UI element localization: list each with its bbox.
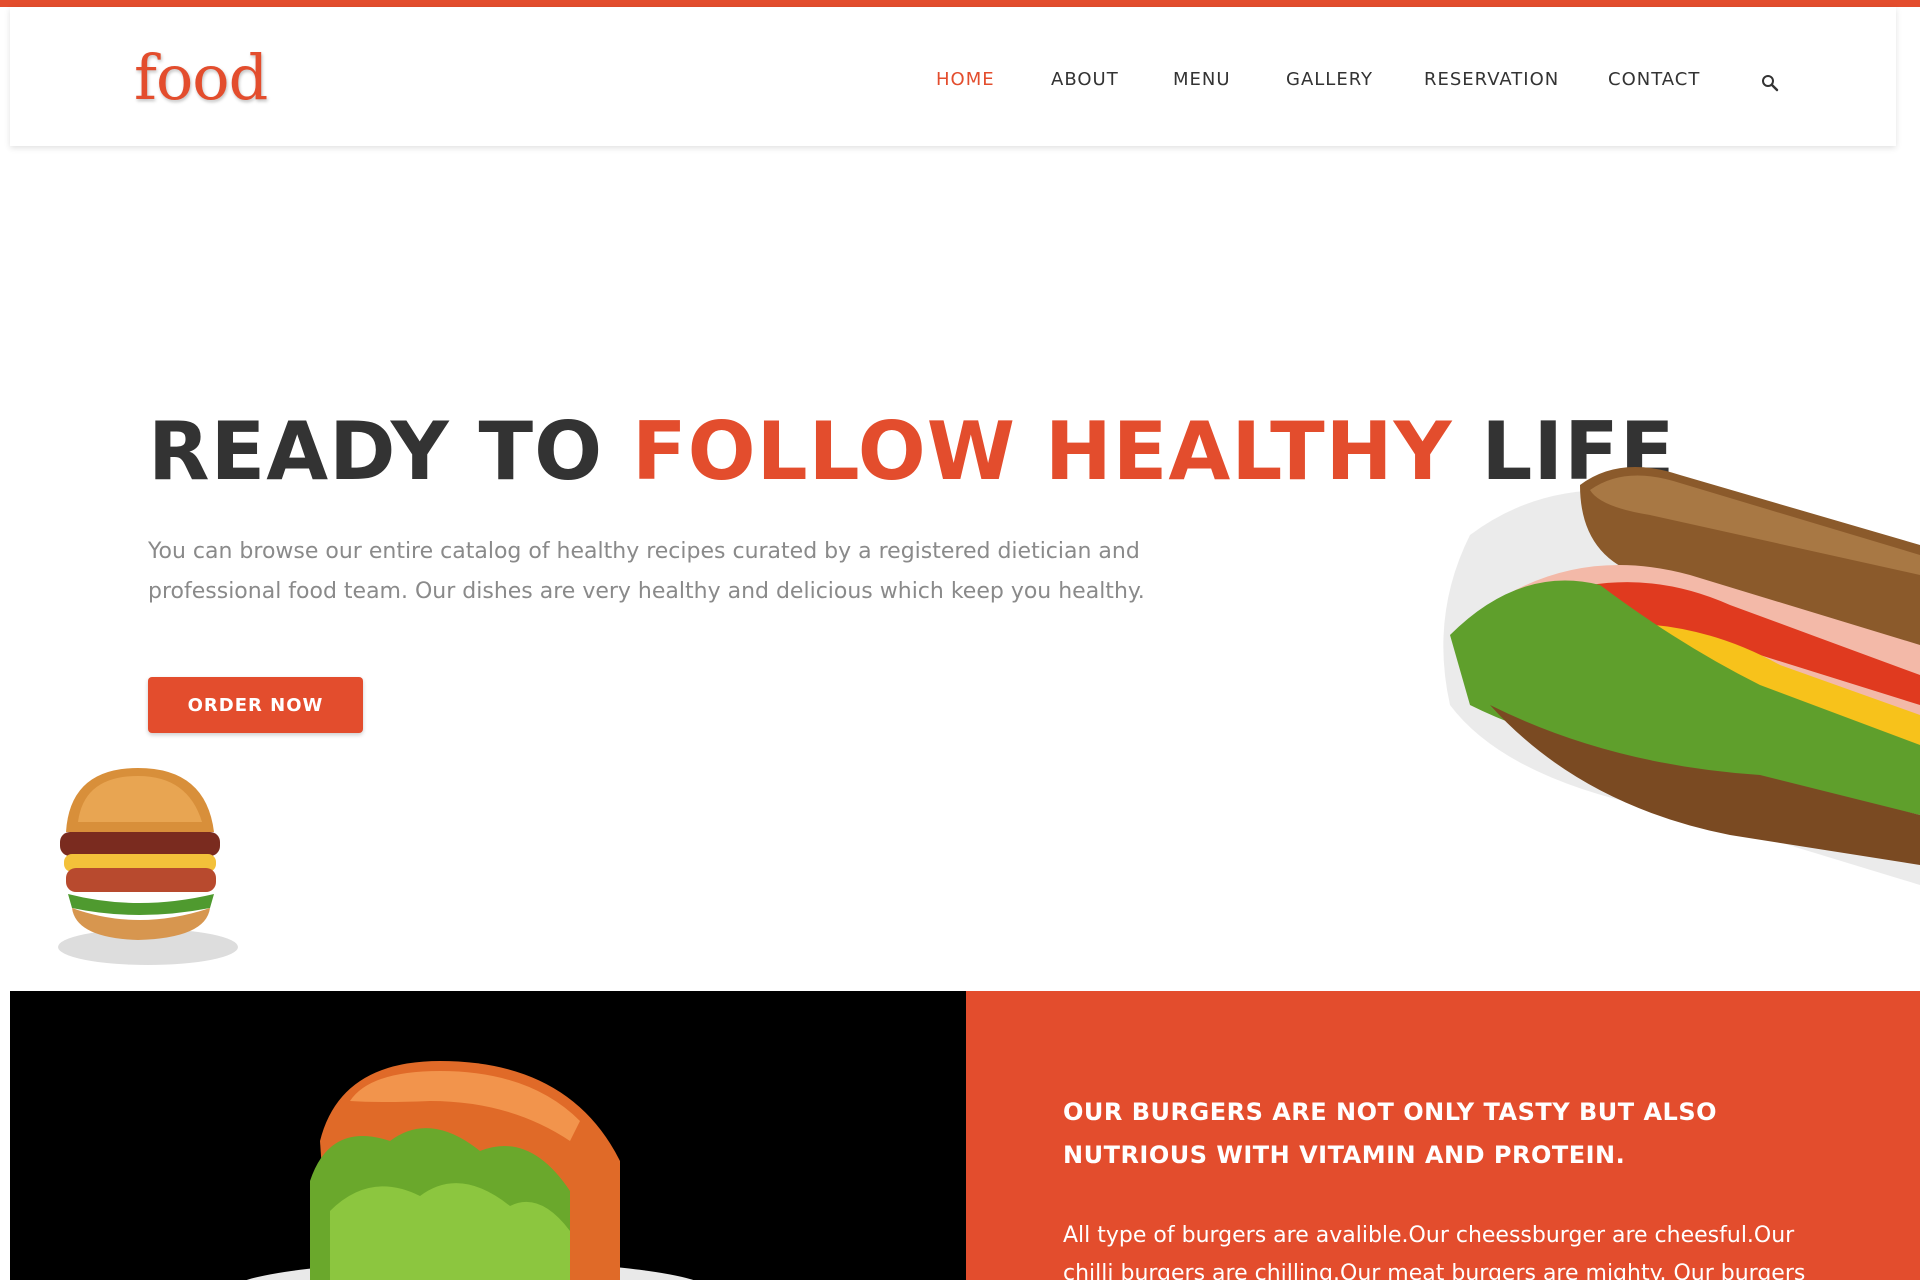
nav-home[interactable]: HOME — [936, 69, 995, 90]
hero-title-accent: FOLLOW HEALTHY — [631, 405, 1453, 498]
hero-title-part1: READY TO — [148, 405, 632, 498]
feature-text: All type of burgers are avalible.Our che… — [1063, 1223, 1806, 1280]
nav-menu[interactable]: MENU — [1173, 69, 1231, 90]
hero-description: You can browse our entire catalog of hea… — [148, 539, 1145, 604]
burger-large-image — [246, 1061, 694, 1280]
order-now-button[interactable]: ORDER NOW — [148, 677, 363, 733]
burger-photo-panel — [10, 991, 966, 1280]
main-nav: HOME ABOUT MENU GALLERY RESERVATION CONT… — [10, 69, 1896, 99]
sandwich-image — [1443, 467, 1920, 885]
page: food HOME ABOUT MENU GALLERY RESERVATION… — [0, 0, 1920, 1280]
nav-reservation[interactable]: RESERVATION — [1424, 69, 1559, 90]
nav-gallery[interactable]: GALLERY — [1286, 69, 1373, 90]
burger-small-image — [58, 768, 238, 965]
feature-heading: OUR BURGERS ARE NOT ONLY TASTY BUT ALSO … — [1063, 1098, 1718, 1169]
top-accent-stripe — [0, 0, 1920, 7]
feature-panel: OUR BURGERS ARE NOT ONLY TASTY BUT ALSO … — [966, 991, 1920, 1280]
nav-contact[interactable]: CONTACT — [1608, 69, 1700, 90]
site-header: food HOME ABOUT MENU GALLERY RESERVATION… — [10, 7, 1896, 146]
search-icon[interactable] — [1760, 73, 1780, 93]
nav-about[interactable]: ABOUT — [1051, 69, 1119, 90]
